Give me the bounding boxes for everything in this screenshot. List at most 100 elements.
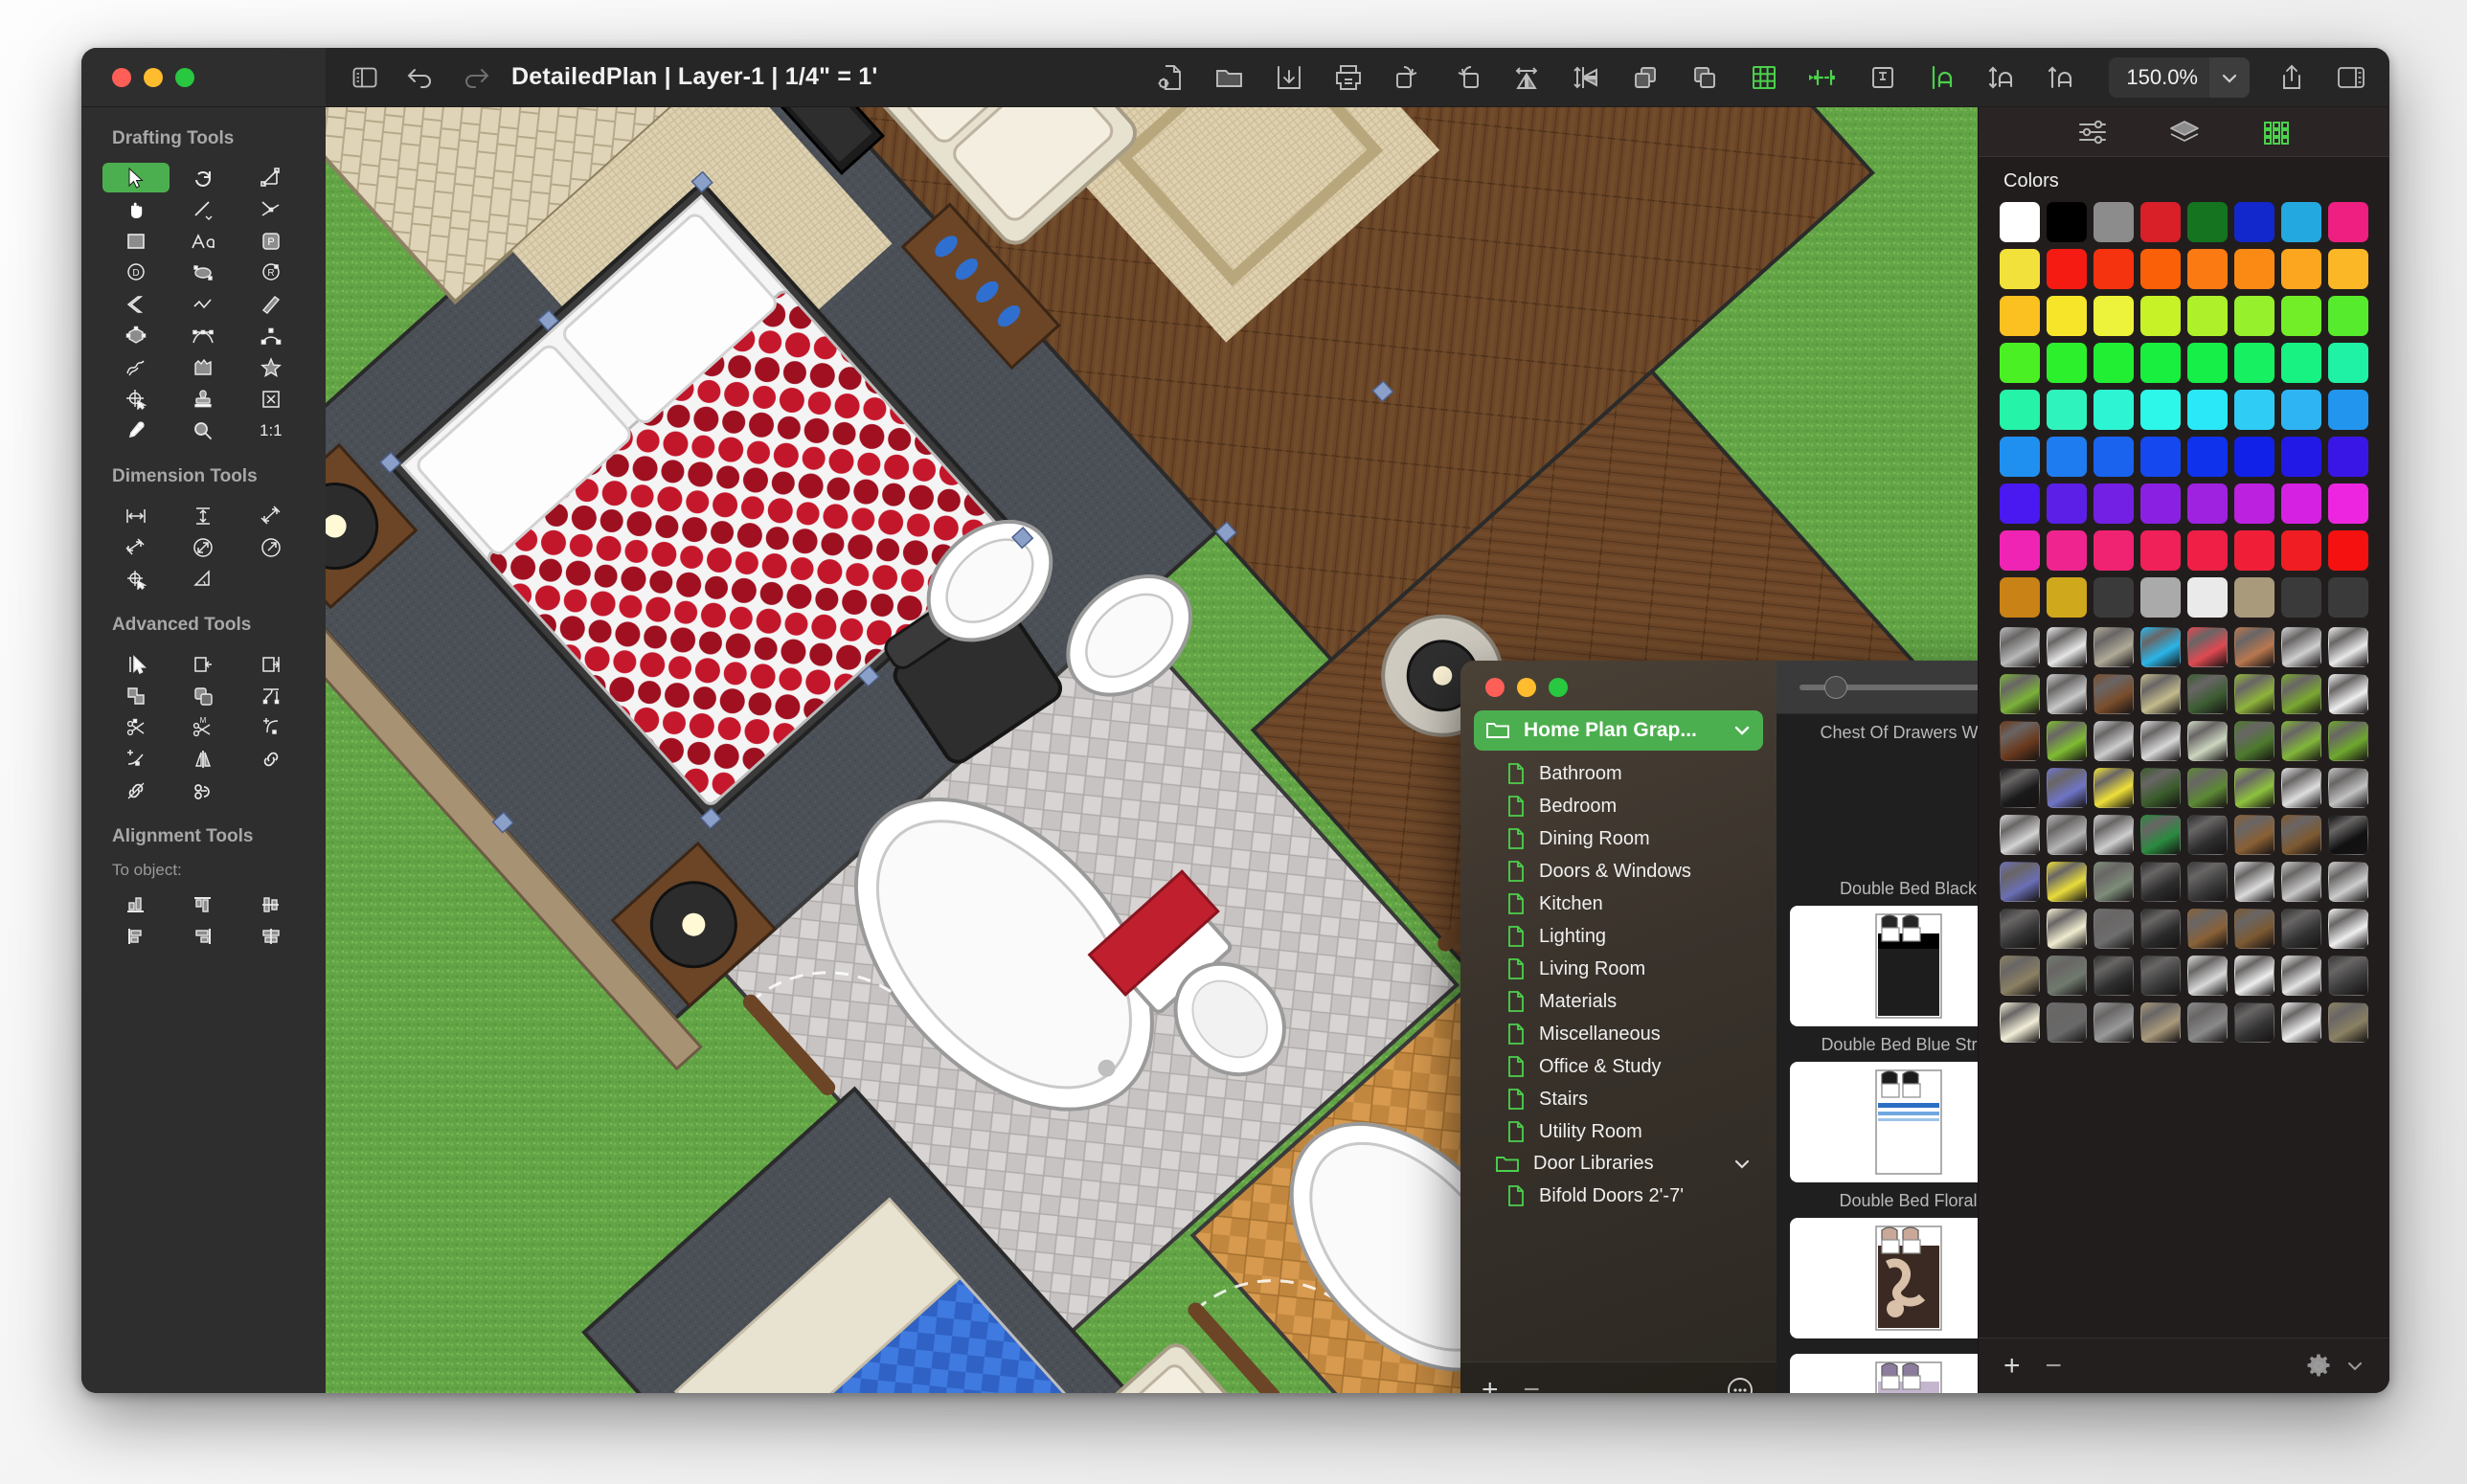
color-swatch[interactable]: [2094, 390, 2134, 430]
material-swatch[interactable]: [2328, 862, 2368, 902]
color-swatch[interactable]: [2000, 202, 2040, 242]
stamp-tool[interactable]: [170, 384, 237, 414]
extrude-path-tool[interactable]: [238, 681, 305, 710]
color-swatch[interactable]: [2328, 249, 2368, 289]
color-swatch[interactable]: [2187, 390, 2228, 430]
align-right-tool[interactable]: [170, 921, 237, 951]
align-top-tool[interactable]: [170, 889, 237, 919]
minimize-window-button[interactable]: [144, 67, 163, 87]
inspector-toggle-icon[interactable]: [2334, 60, 2368, 95]
color-swatch[interactable]: [2047, 390, 2087, 430]
color-swatch[interactable]: [2000, 249, 2040, 289]
material-swatch[interactable]: [2187, 627, 2228, 667]
material-swatch[interactable]: [2187, 1002, 2228, 1043]
colors-settings-button[interactable]: [2305, 1353, 2365, 1380]
material-swatch[interactable]: [2234, 815, 2275, 855]
material-swatch[interactable]: [2328, 627, 2368, 667]
color-swatch[interactable]: [2281, 202, 2321, 242]
chevron-down-icon[interactable]: [2209, 56, 2250, 98]
chevron-shape-tool[interactable]: [102, 289, 170, 319]
material-swatch[interactable]: [2140, 768, 2181, 808]
color-swatch[interactable]: [2140, 390, 2181, 430]
share-icon[interactable]: [2275, 60, 2309, 95]
remove-swatch-button[interactable]: −: [2046, 1351, 2063, 1381]
library-grid-cell[interactable]: [1790, 1338, 1978, 1393]
flip-vertical-icon[interactable]: [1569, 60, 1603, 95]
color-swatch[interactable]: [2140, 437, 2181, 477]
material-swatch[interactable]: [2047, 627, 2087, 667]
library-maximize-button[interactable]: [1549, 678, 1568, 697]
magnet-vertical-icon[interactable]: [1984, 60, 2019, 95]
freehand-tool[interactable]: [102, 352, 170, 382]
open-folder-icon[interactable]: [1212, 60, 1247, 95]
sidebar-toggle-icon[interactable]: [349, 61, 381, 94]
material-swatch[interactable]: [2328, 956, 2368, 996]
library-remove-button[interactable]: −: [1524, 1375, 1541, 1393]
material-swatch[interactable]: [2047, 674, 2087, 714]
angular-dimension-tool[interactable]: [170, 564, 237, 594]
add-swatch-button[interactable]: +: [2003, 1351, 2021, 1381]
color-swatch[interactable]: [2187, 296, 2228, 336]
mirror-tool[interactable]: [170, 744, 237, 774]
save-download-icon[interactable]: [1272, 60, 1306, 95]
cloud-shape-tool[interactable]: [170, 352, 237, 382]
unlink-tool[interactable]: [102, 776, 170, 805]
color-swatch[interactable]: [2000, 437, 2040, 477]
library-add-button[interactable]: +: [1482, 1375, 1499, 1393]
aligned-dimension-tool[interactable]: [102, 532, 170, 562]
material-swatch[interactable]: [2234, 674, 2275, 714]
zoom-magnifier-tool[interactable]: [170, 416, 237, 445]
library-cell-thumbnail[interactable]: [1790, 1218, 1978, 1338]
circle-diameter-tool[interactable]: D: [102, 258, 170, 287]
color-swatch[interactable]: [2140, 483, 2181, 524]
material-swatch[interactable]: [2094, 627, 2134, 667]
material-swatch[interactable]: [2047, 721, 2087, 761]
material-swatch[interactable]: [2234, 1002, 2275, 1043]
eyedropper-tool[interactable]: [102, 416, 170, 445]
material-swatch[interactable]: [2047, 909, 2087, 949]
color-swatch[interactable]: [2000, 343, 2040, 383]
color-swatch[interactable]: [2000, 577, 2040, 618]
material-swatch[interactable]: [2000, 909, 2040, 949]
color-swatch[interactable]: [2187, 577, 2228, 618]
library-item[interactable]: Doors & Windows: [1474, 855, 1763, 888]
color-swatch[interactable]: [2281, 437, 2321, 477]
material-swatch[interactable]: [2047, 862, 2087, 902]
color-swatch[interactable]: [2187, 343, 2228, 383]
layers-icon[interactable]: [2167, 117, 2202, 147]
material-swatch[interactable]: [2187, 909, 2228, 949]
color-swatch[interactable]: [2187, 249, 2228, 289]
color-swatch[interactable]: [2047, 530, 2087, 571]
scissors-cut-tool[interactable]: [102, 712, 170, 742]
rotate-left-icon[interactable]: [1391, 60, 1425, 95]
color-swatch[interactable]: [2328, 343, 2368, 383]
flip-horizontal-icon[interactable]: [1509, 60, 1544, 95]
color-swatch[interactable]: [2328, 202, 2368, 242]
align-center-vertical-tool[interactable]: [238, 889, 305, 919]
material-swatch[interactable]: [2187, 862, 2228, 902]
material-swatch[interactable]: [2000, 627, 2040, 667]
pan-hand-tool[interactable]: [102, 194, 170, 224]
color-swatch[interactable]: [2234, 577, 2275, 618]
material-swatch[interactable]: [2187, 815, 2228, 855]
color-swatch[interactable]: [2094, 202, 2134, 242]
material-swatch[interactable]: [2000, 721, 2040, 761]
material-swatch[interactable]: [2328, 815, 2368, 855]
color-swatch[interactable]: [2140, 530, 2181, 571]
line-tool[interactable]: [170, 194, 237, 224]
color-swatch[interactable]: [2328, 577, 2368, 618]
color-swatch[interactable]: [2047, 202, 2087, 242]
material-swatch[interactable]: [2281, 768, 2321, 808]
color-swatch[interactable]: [2094, 437, 2134, 477]
color-swatch[interactable]: [2187, 483, 2228, 524]
actual-size-tool[interactable]: 1:1: [238, 416, 305, 445]
material-swatch[interactable]: [2047, 1002, 2087, 1043]
color-swatch[interactable]: [2281, 296, 2321, 336]
material-swatch[interactable]: [2047, 815, 2087, 855]
more-options-icon[interactable]: [1725, 1375, 1755, 1394]
color-swatch[interactable]: [2234, 530, 2275, 571]
material-swatch[interactable]: [2234, 768, 2275, 808]
undo-icon[interactable]: [404, 61, 437, 94]
library-minimize-button[interactable]: [1517, 678, 1536, 697]
library-grid-cell[interactable]: Chest Of Drawers Wi...: [1790, 714, 1978, 870]
